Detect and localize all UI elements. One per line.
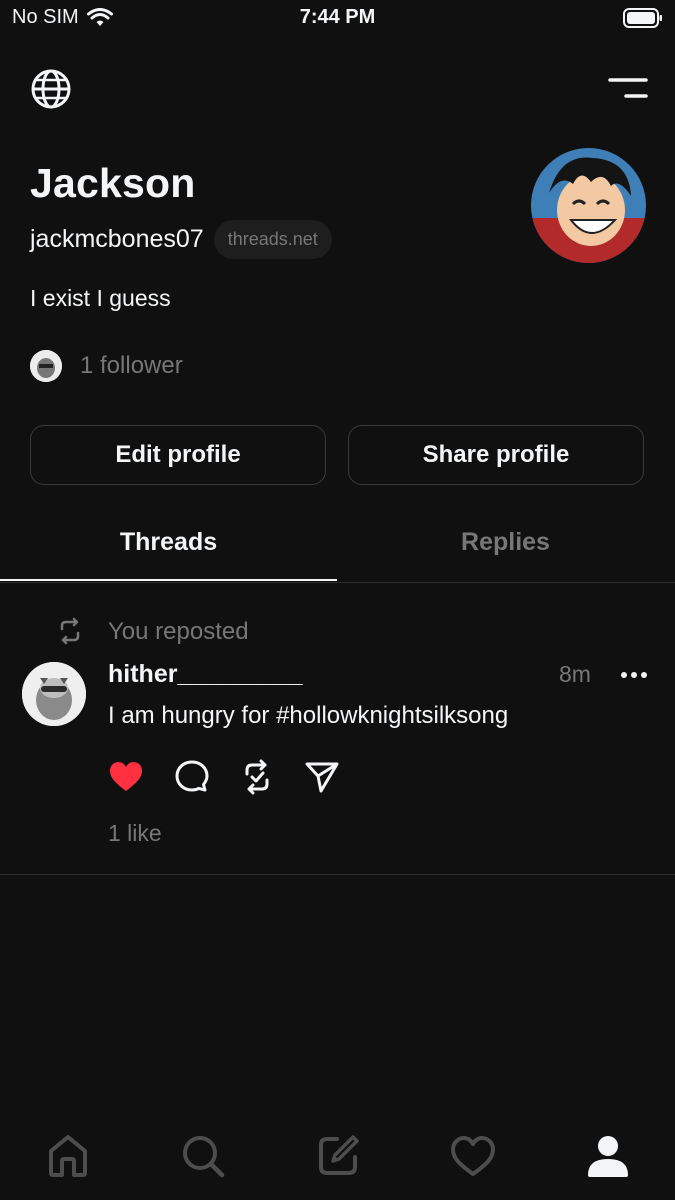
- post-text: I am hungry for #hollowknightsilksong: [108, 702, 509, 729]
- repost-label: You reposted: [108, 618, 249, 645]
- compose-icon[interactable]: [313, 1131, 363, 1181]
- repost-icon: [60, 617, 80, 645]
- post-username[interactable]: hither_________: [108, 660, 303, 689]
- tab-replies[interactable]: Replies: [337, 528, 674, 557]
- globe-button[interactable]: [29, 67, 73, 111]
- menu-button[interactable]: [605, 70, 651, 106]
- more-icon[interactable]: [620, 668, 648, 682]
- followers-row[interactable]: 1 follower: [30, 350, 183, 382]
- profile-name: Jackson: [30, 160, 196, 206]
- repost-action-icon[interactable]: [240, 759, 274, 795]
- status-time: 7:44 PM: [299, 6, 376, 28]
- activity-icon[interactable]: [448, 1131, 498, 1181]
- status-bar: No SIM 7:44 PM: [0, 0, 675, 40]
- battery-icon: [623, 8, 662, 28]
- post-actions: [108, 759, 340, 795]
- tab-divider: [0, 582, 675, 583]
- bottom-nav: [0, 1125, 675, 1187]
- profile-avatar[interactable]: [531, 148, 646, 263]
- post-divider: [0, 874, 675, 875]
- heart-icon[interactable]: [108, 760, 144, 794]
- globe-icon: [31, 69, 71, 109]
- send-icon[interactable]: [304, 760, 340, 794]
- profile-handle: jackmcbones07: [30, 225, 204, 253]
- search-icon[interactable]: [178, 1131, 228, 1181]
- avatar-illustration: [531, 148, 646, 263]
- followers-count: 1 follower: [80, 352, 183, 379]
- active-tab-indicator: [0, 579, 337, 581]
- home-icon[interactable]: [43, 1131, 93, 1181]
- menu-icon: [608, 78, 648, 98]
- like-count[interactable]: 1 like: [108, 820, 162, 847]
- share-profile-button[interactable]: Share profile: [348, 425, 644, 485]
- edit-profile-button[interactable]: Edit profile: [30, 425, 326, 485]
- post-timestamp: 8m: [559, 661, 591, 687]
- profile-icon[interactable]: [583, 1131, 633, 1181]
- comment-icon[interactable]: [174, 759, 210, 795]
- handle-row: jackmcbones07 threads.net: [30, 220, 332, 259]
- post-author-avatar[interactable]: [22, 662, 86, 726]
- tab-threads[interactable]: Threads: [0, 528, 337, 557]
- follower-avatar: [30, 350, 62, 382]
- profile-bio: I exist I guess: [30, 285, 171, 311]
- domain-badge[interactable]: threads.net: [213, 220, 332, 259]
